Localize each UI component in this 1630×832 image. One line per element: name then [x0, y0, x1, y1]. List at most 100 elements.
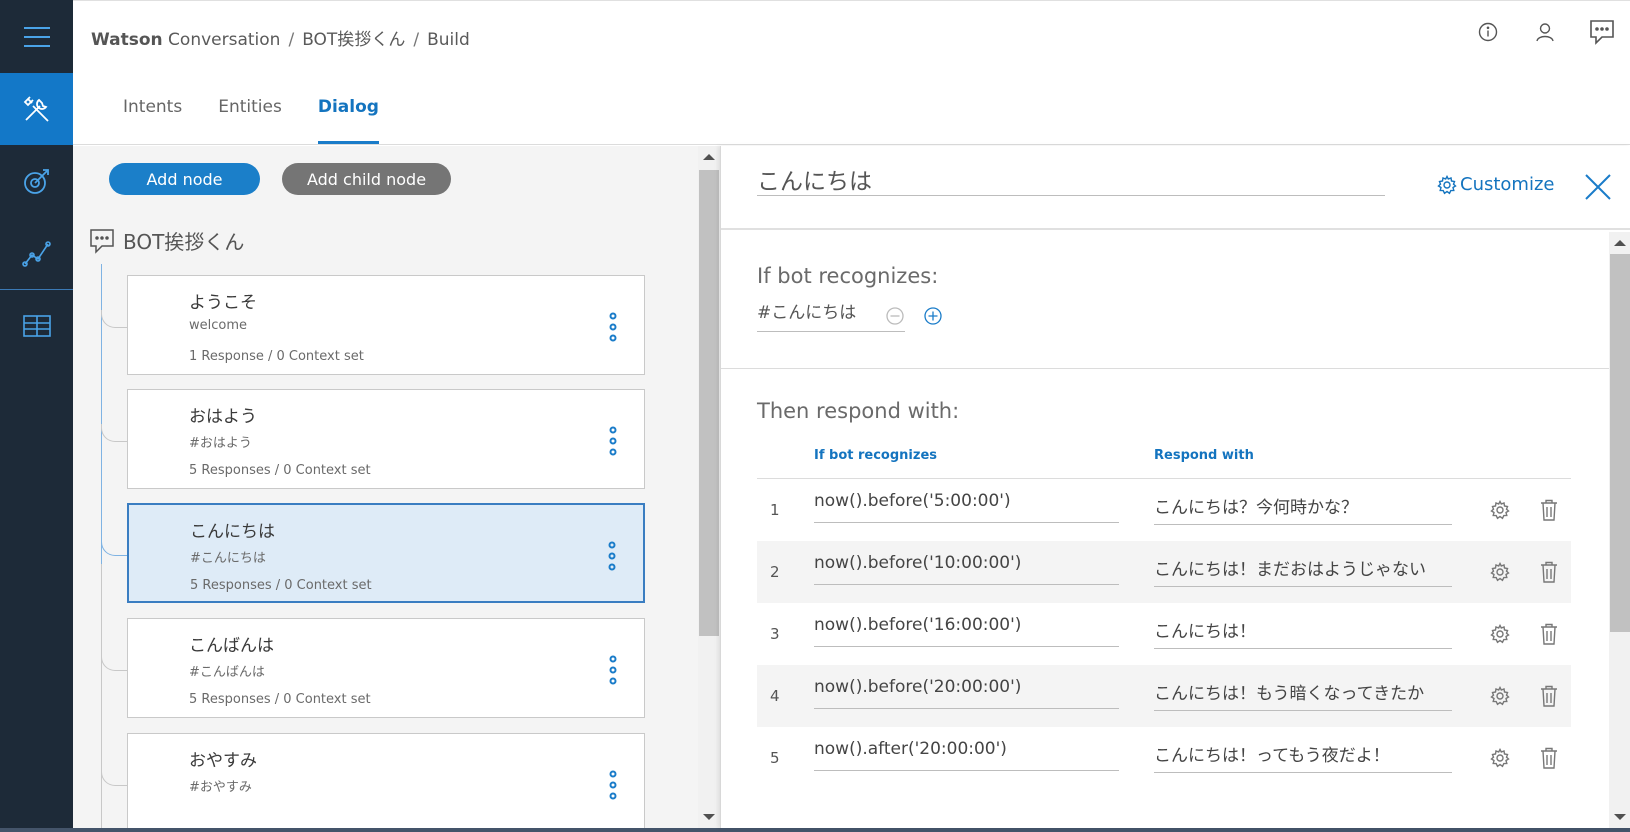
scroll-down-arrow-icon[interactable]: [703, 814, 715, 820]
customize-label: Customize: [1460, 174, 1555, 195]
tab-intents[interactable]: Intents: [123, 97, 182, 144]
node-meta: 5 Responses / 0 Context set: [190, 578, 372, 593]
dialog-node[interactable]: こんばんは #こんばんは 5 Responses / 0 Context set: [127, 618, 645, 718]
gear-icon[interactable]: [1490, 500, 1510, 520]
gear-icon[interactable]: [1490, 562, 1510, 582]
info-button[interactable]: [1459, 15, 1516, 49]
remove-condition-icon[interactable]: [885, 306, 905, 326]
node-editor-body: If bot recognizes: #こんにちは Then respond w…: [721, 232, 1609, 828]
page-header: Watson Conversation / BOT挨拶くん / Build In…: [73, 0, 1630, 145]
tree-root: BOT挨拶くん: [89, 226, 244, 255]
table-row: 4 now().before('20:00:00') こんにちは！もう暗くなって…: [757, 665, 1571, 727]
node-condition: #こんにちは: [190, 551, 266, 566]
breadcrumb-product[interactable]: Watson Conversation: [91, 30, 280, 50]
tools-icon: [23, 96, 49, 122]
condition-value: #こんにちは: [757, 303, 857, 323]
table-row: 1 now().before('5:00:00') こんにちは？今何時かな？: [757, 479, 1571, 541]
node-condition: #こんばんは: [189, 665, 265, 680]
add-condition-icon[interactable]: [923, 306, 943, 326]
scrollbar-thumb[interactable]: [699, 170, 719, 636]
trash-icon[interactable]: [1540, 685, 1558, 707]
close-icon[interactable]: [1583, 172, 1613, 202]
hamburger-menu-icon: [23, 26, 50, 47]
editor-scrollbar[interactable]: [1609, 232, 1630, 828]
node-condition: #おやすみ: [189, 780, 252, 795]
window-bottom-strip: [0, 828, 1630, 832]
hamburger-menu-button[interactable]: [0, 0, 73, 73]
node-meta: 1 Response / 0 Context set: [189, 349, 364, 364]
row-number: 5: [770, 749, 780, 767]
gear-icon[interactable]: [1490, 748, 1510, 768]
chat-icon: [1589, 20, 1614, 45]
tree-line-active: [101, 264, 102, 564]
node-editor-header: こんにちは Customize: [721, 146, 1630, 230]
chat-icon: [90, 228, 114, 254]
info-icon: [1478, 22, 1497, 42]
left-nav-rail: [0, 0, 73, 828]
node-title: こんばんは: [189, 636, 274, 656]
node-meta: 5 Responses / 0 Context set: [189, 463, 371, 478]
nav-analytics-button[interactable]: [0, 217, 73, 289]
dialog-node[interactable]: ようこそ welcome 1 Response / 0 Context set: [127, 275, 645, 375]
customize-button[interactable]: Customize: [1437, 174, 1554, 195]
response-text-input[interactable]: こんにちは！ってもう夜だよ！: [1154, 741, 1452, 773]
scroll-up-arrow-icon[interactable]: [703, 154, 715, 160]
add-node-button[interactable]: Add node: [109, 163, 260, 195]
response-condition-input[interactable]: now().before('5:00:00'): [814, 491, 1119, 523]
more-options-icon[interactable]: [608, 426, 618, 456]
tree-connector: [101, 424, 127, 442]
gear-icon[interactable]: [1490, 686, 1510, 706]
scrollbar-thumb[interactable]: [1610, 254, 1630, 632]
response-condition-input[interactable]: now().before('20:00:00'): [814, 677, 1119, 709]
nav-build-button[interactable]: [0, 73, 73, 145]
response-condition-input[interactable]: now().after('20:00:00'): [814, 739, 1119, 771]
trash-icon[interactable]: [1540, 623, 1558, 645]
node-condition: welcome: [189, 318, 248, 333]
response-text-input[interactable]: こんにちは！: [1154, 617, 1452, 649]
node-title: おはよう: [189, 407, 257, 427]
response-condition-input[interactable]: now().before('10:00:00'): [814, 553, 1119, 585]
tab-dialog[interactable]: Dialog: [317, 97, 380, 144]
tab-entities[interactable]: Entities: [218, 97, 282, 144]
scroll-down-arrow-icon[interactable]: [1614, 814, 1626, 820]
user-button[interactable]: [1516, 15, 1573, 49]
dialog-node[interactable]: おはよう #おはよう 5 Responses / 0 Context set: [127, 389, 645, 489]
gear-icon[interactable]: [1490, 624, 1510, 644]
tree-line: [101, 564, 102, 828]
breadcrumb-separator: /: [288, 30, 295, 50]
more-options-icon[interactable]: [608, 770, 618, 800]
dialog-tree-panel: Add node Add child node BOT挨拶くん ようこそ wel…: [73, 146, 698, 828]
trash-icon[interactable]: [1540, 499, 1558, 521]
response-text-input[interactable]: こんにちは？今何時かな？: [1154, 493, 1452, 525]
column-header-response: Respond with: [1154, 448, 1254, 463]
header-actions: [1459, 15, 1630, 49]
more-options-icon[interactable]: [608, 312, 618, 342]
tree-connector: [101, 653, 127, 671]
breadcrumb-workspace[interactable]: BOT挨拶くん: [302, 30, 405, 50]
trash-icon[interactable]: [1540, 561, 1558, 583]
tree-root-label: BOT挨拶くん: [123, 230, 245, 254]
breadcrumb-separator: /: [413, 30, 420, 50]
nav-deploy-button[interactable]: [0, 290, 73, 362]
add-child-node-button[interactable]: Add child node: [282, 163, 451, 195]
scroll-up-arrow-icon[interactable]: [1614, 240, 1626, 246]
table-row: 5 now().after('20:00:00') こんにちは！ってもう夜だよ！: [757, 727, 1571, 789]
chat-button[interactable]: [1573, 15, 1630, 49]
response-text-input[interactable]: こんにちは！もう暗くなってきたか: [1154, 679, 1452, 711]
response-condition-input[interactable]: now().before('16:00:00'): [814, 615, 1119, 647]
node-title: おやすみ: [189, 751, 257, 771]
node-name-input[interactable]: こんにちは: [757, 162, 1385, 196]
node-editor-panel: こんにちは Customize If bot recognizes: #こんにち…: [720, 146, 1630, 828]
nav-improve-button[interactable]: [0, 145, 73, 217]
node-title: こんにちは: [190, 522, 275, 542]
trash-icon[interactable]: [1540, 747, 1558, 769]
dialog-node[interactable]: おやすみ #おやすみ: [127, 733, 645, 828]
condition-input[interactable]: #こんにちは: [757, 298, 905, 332]
tree-scrollbar[interactable]: [698, 146, 720, 828]
dialog-node-selected[interactable]: こんにちは #こんにちは 5 Responses / 0 Context set: [127, 503, 645, 603]
response-text-input[interactable]: こんにちは！まだおはようじゃない: [1154, 555, 1452, 587]
table-row: 3 now().before('16:00:00') こんにちは！: [757, 603, 1571, 665]
build-tabs: Intents Entities Dialog: [123, 97, 415, 144]
more-options-icon[interactable]: [608, 655, 618, 685]
more-options-icon[interactable]: [607, 541, 617, 571]
